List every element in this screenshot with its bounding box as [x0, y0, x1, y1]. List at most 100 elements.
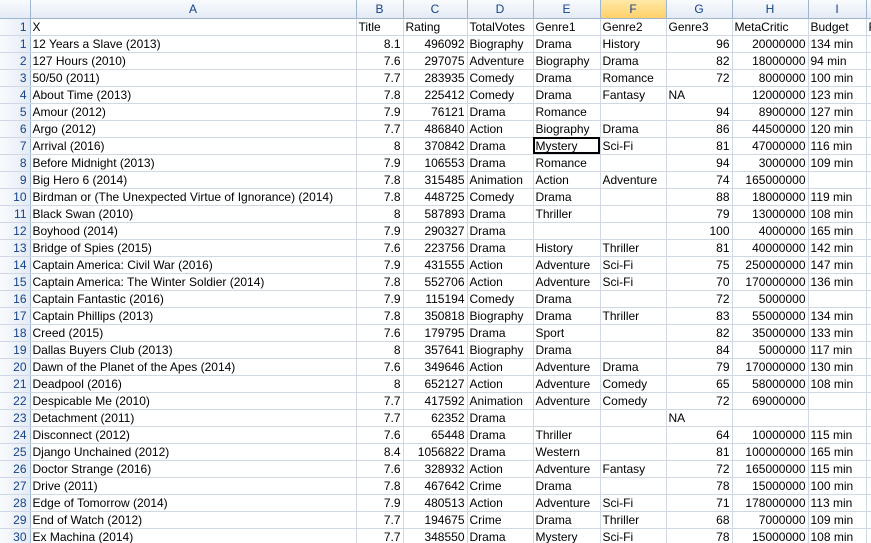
table-cell[interactable]: 348550	[403, 528, 468, 543]
table-cell[interactable]: 7.9	[356, 222, 404, 240]
column-header-a[interactable]: A	[30, 0, 357, 19]
table-cell[interactable]: 115 min	[808, 460, 867, 478]
table-cell[interactable]: 223756	[403, 239, 468, 257]
table-cell[interactable]: 7.9	[356, 290, 404, 308]
empty-cell[interactable]	[866, 52, 871, 70]
table-cell[interactable]: 100 min	[808, 69, 867, 87]
table-cell[interactable]: Action	[467, 273, 534, 291]
table-cell[interactable]: NA	[666, 409, 733, 427]
table-cell[interactable]: Drama	[533, 307, 601, 325]
column-header-h[interactable]: H	[732, 0, 809, 19]
table-cell[interactable]: Thriller	[600, 511, 667, 529]
table-cell[interactable]: 5000000	[732, 290, 809, 308]
table-cell[interactable]: 194675	[403, 511, 468, 529]
table-cell[interactable]	[600, 341, 667, 359]
row-number-cell[interactable]: 11	[0, 205, 31, 223]
empty-cell[interactable]	[866, 511, 871, 529]
table-cell[interactable]	[732, 409, 809, 427]
table-cell[interactable]: Adventure	[533, 392, 601, 410]
table-cell[interactable]	[600, 477, 667, 495]
table-cell[interactable]: 78	[666, 528, 733, 543]
table-cell[interactable]	[600, 103, 667, 121]
spreadsheet-grid[interactable]: ABCDEFGHIJ1XTitleRatingTotalVotesGenre1G…	[0, 0, 871, 543]
table-cell[interactable]: 315485	[403, 171, 468, 189]
table-cell[interactable]: 8	[356, 205, 404, 223]
table-cell[interactable]: Adventure	[467, 52, 534, 70]
row-number-cell[interactable]: 9	[0, 171, 31, 189]
table-cell[interactable]: 7.8	[356, 307, 404, 325]
table-cell[interactable]: 349646	[403, 358, 468, 376]
row-number-cell[interactable]: 6	[0, 120, 31, 138]
table-cell[interactable]: 7.7	[356, 392, 404, 410]
table-cell[interactable]: Sci-Fi	[600, 494, 667, 512]
table-cell[interactable]: 123 min	[808, 86, 867, 104]
table-cell[interactable]: 81	[666, 239, 733, 257]
empty-cell[interactable]	[866, 273, 871, 291]
table-cell[interactable]: Comedy	[600, 392, 667, 410]
table-cell[interactable]: 82	[666, 324, 733, 342]
column-header-b[interactable]: B	[356, 0, 404, 19]
table-cell[interactable]: 68	[666, 511, 733, 529]
table-cell[interactable]: 108 min	[808, 528, 867, 543]
empty-cell[interactable]	[866, 494, 871, 512]
table-cell[interactable]: Thriller	[600, 239, 667, 257]
table-cell[interactable]: History	[600, 35, 667, 53]
table-cell[interactable]: Drama	[533, 35, 601, 53]
table-cell[interactable]: Drama	[533, 290, 601, 308]
table-cell[interactable]: Drama	[467, 205, 534, 223]
table-cell[interactable]	[808, 409, 867, 427]
table-cell[interactable]: Drama	[533, 188, 601, 206]
table-cell[interactable]: Dallas Buyers Club (2013)	[30, 341, 357, 359]
table-cell[interactable]: 86	[666, 120, 733, 138]
table-cell[interactable]: Thriller	[533, 426, 601, 444]
column-header-e[interactable]: E	[533, 0, 601, 19]
table-cell[interactable]: Drama	[467, 103, 534, 121]
table-cell[interactable]: Biography	[467, 307, 534, 325]
row-number-cell[interactable]: 28	[0, 494, 31, 512]
row-number-cell[interactable]: 7	[0, 137, 31, 155]
table-cell[interactable]: 12000000	[732, 86, 809, 104]
table-cell[interactable]: Biography	[533, 52, 601, 70]
table-cell[interactable]: Crime	[467, 511, 534, 529]
table-cell[interactable]	[600, 222, 667, 240]
table-cell[interactable]: Romance	[533, 154, 601, 172]
table-cell[interactable]: Black Swan (2010)	[30, 205, 357, 223]
table-cell[interactable]: Drama	[600, 120, 667, 138]
table-cell[interactable]: Despicable Me (2010)	[30, 392, 357, 410]
empty-cell[interactable]	[866, 426, 871, 444]
table-cell[interactable]: Captain Fantastic (2016)	[30, 290, 357, 308]
empty-cell[interactable]	[866, 290, 871, 308]
table-cell[interactable]: 7.7	[356, 409, 404, 427]
table-cell[interactable]: 65448	[403, 426, 468, 444]
table-cell[interactable]	[600, 426, 667, 444]
table-cell[interactable]: Captain Phillips (2013)	[30, 307, 357, 325]
row-number-cell[interactable]: 18	[0, 324, 31, 342]
table-cell[interactable]: 136 min	[808, 273, 867, 291]
table-cell[interactable]: NA	[666, 86, 733, 104]
row-number-cell[interactable]: 26	[0, 460, 31, 478]
table-cell[interactable]: Thriller	[600, 307, 667, 325]
table-cell[interactable]: Action	[467, 494, 534, 512]
table-cell[interactable]: Django Unchained (2012)	[30, 443, 357, 461]
table-cell[interactable]: 120 min	[808, 120, 867, 138]
table-cell[interactable]: 20000000	[732, 35, 809, 53]
table-cell[interactable]: 72	[666, 392, 733, 410]
empty-cell[interactable]	[866, 392, 871, 410]
table-cell[interactable]: 7.6	[356, 358, 404, 376]
table-cell[interactable]: 47000000	[732, 137, 809, 155]
column-header-g[interactable]: G	[666, 0, 733, 19]
table-cell[interactable]: 72	[666, 460, 733, 478]
table-cell[interactable]: 431555	[403, 256, 468, 274]
table-cell[interactable]: 552706	[403, 273, 468, 291]
table-cell[interactable]: 142 min	[808, 239, 867, 257]
table-cell[interactable]: 1056822	[403, 443, 468, 461]
table-cell[interactable]: 12 Years a Slave (2013)	[30, 35, 357, 53]
table-cell[interactable]: Drama	[467, 443, 534, 461]
table-cell[interactable]: 357641	[403, 341, 468, 359]
table-cell[interactable]: 8	[356, 341, 404, 359]
table-cell[interactable]: Drama	[533, 69, 601, 87]
row-header[interactable]: 1	[0, 18, 31, 36]
row-number-cell[interactable]: 19	[0, 341, 31, 359]
table-cell[interactable]: 78	[666, 477, 733, 495]
table-cell[interactable]: Adventure	[533, 256, 601, 274]
